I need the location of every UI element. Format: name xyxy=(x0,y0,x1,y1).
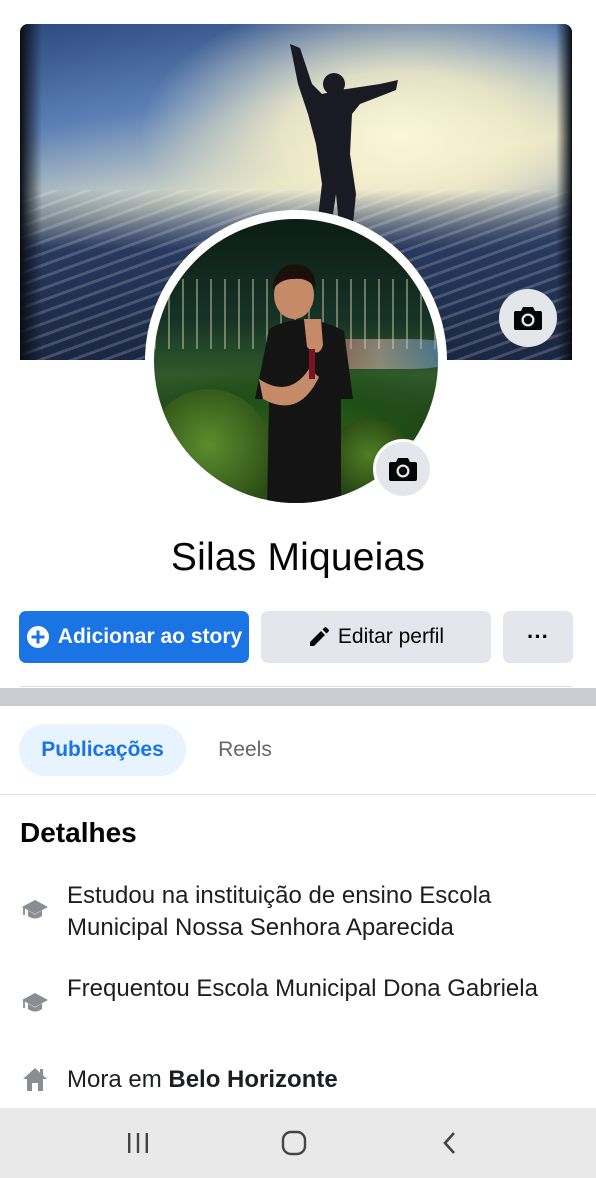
add-to-story-label: Adicionar ao story xyxy=(57,625,243,648)
plus-circle-icon xyxy=(26,625,50,649)
add-to-story-button[interactable]: Adicionar ao story xyxy=(19,611,249,663)
graduation-cap-icon xyxy=(20,988,50,1018)
tab-label: Reels xyxy=(218,738,272,761)
more-options-label: ··· xyxy=(527,624,549,649)
graduation-cap-icon xyxy=(20,895,50,925)
home-icon xyxy=(20,1064,50,1094)
cover-edge-shadow-left xyxy=(20,24,42,360)
tab-label: Publicações xyxy=(41,738,164,761)
camera-icon xyxy=(389,458,417,481)
profile-name: Silas Miqueias xyxy=(170,536,426,579)
edit-cover-photo-button[interactable] xyxy=(499,289,557,347)
camera-icon xyxy=(514,307,542,330)
detail-prefix: Mora em xyxy=(67,1066,169,1093)
divider xyxy=(0,794,596,795)
system-navigation-bar xyxy=(0,1108,596,1178)
cover-edge-shadow-right xyxy=(556,24,572,360)
edit-profile-label: Editar perfil xyxy=(337,625,445,648)
detail-text: Mora em Belo Horizonte xyxy=(67,1064,572,1096)
detail-text: Estudou na instituição de ensino Escola … xyxy=(67,882,492,941)
recent-apps-icon[interactable] xyxy=(118,1128,158,1158)
edit-profile-picture-button[interactable] xyxy=(373,439,433,499)
home-circle-icon[interactable] xyxy=(274,1128,314,1158)
section-divider xyxy=(0,688,596,706)
divider xyxy=(20,686,572,687)
avatar-person xyxy=(255,264,353,503)
pencil-icon xyxy=(308,626,330,648)
tab-publicacoes[interactable]: Publicações xyxy=(19,724,186,776)
city-link[interactable]: Belo Horizonte xyxy=(168,1066,337,1093)
more-options-button[interactable]: ··· xyxy=(503,611,573,663)
back-icon[interactable] xyxy=(430,1128,470,1158)
details-heading: Detalhes xyxy=(20,817,137,848)
detail-text: Frequentou Escola Municipal Dona Gabriel… xyxy=(67,975,538,1002)
edit-profile-button[interactable]: Editar perfil xyxy=(261,611,491,663)
tab-reels[interactable]: Reels xyxy=(196,724,294,776)
